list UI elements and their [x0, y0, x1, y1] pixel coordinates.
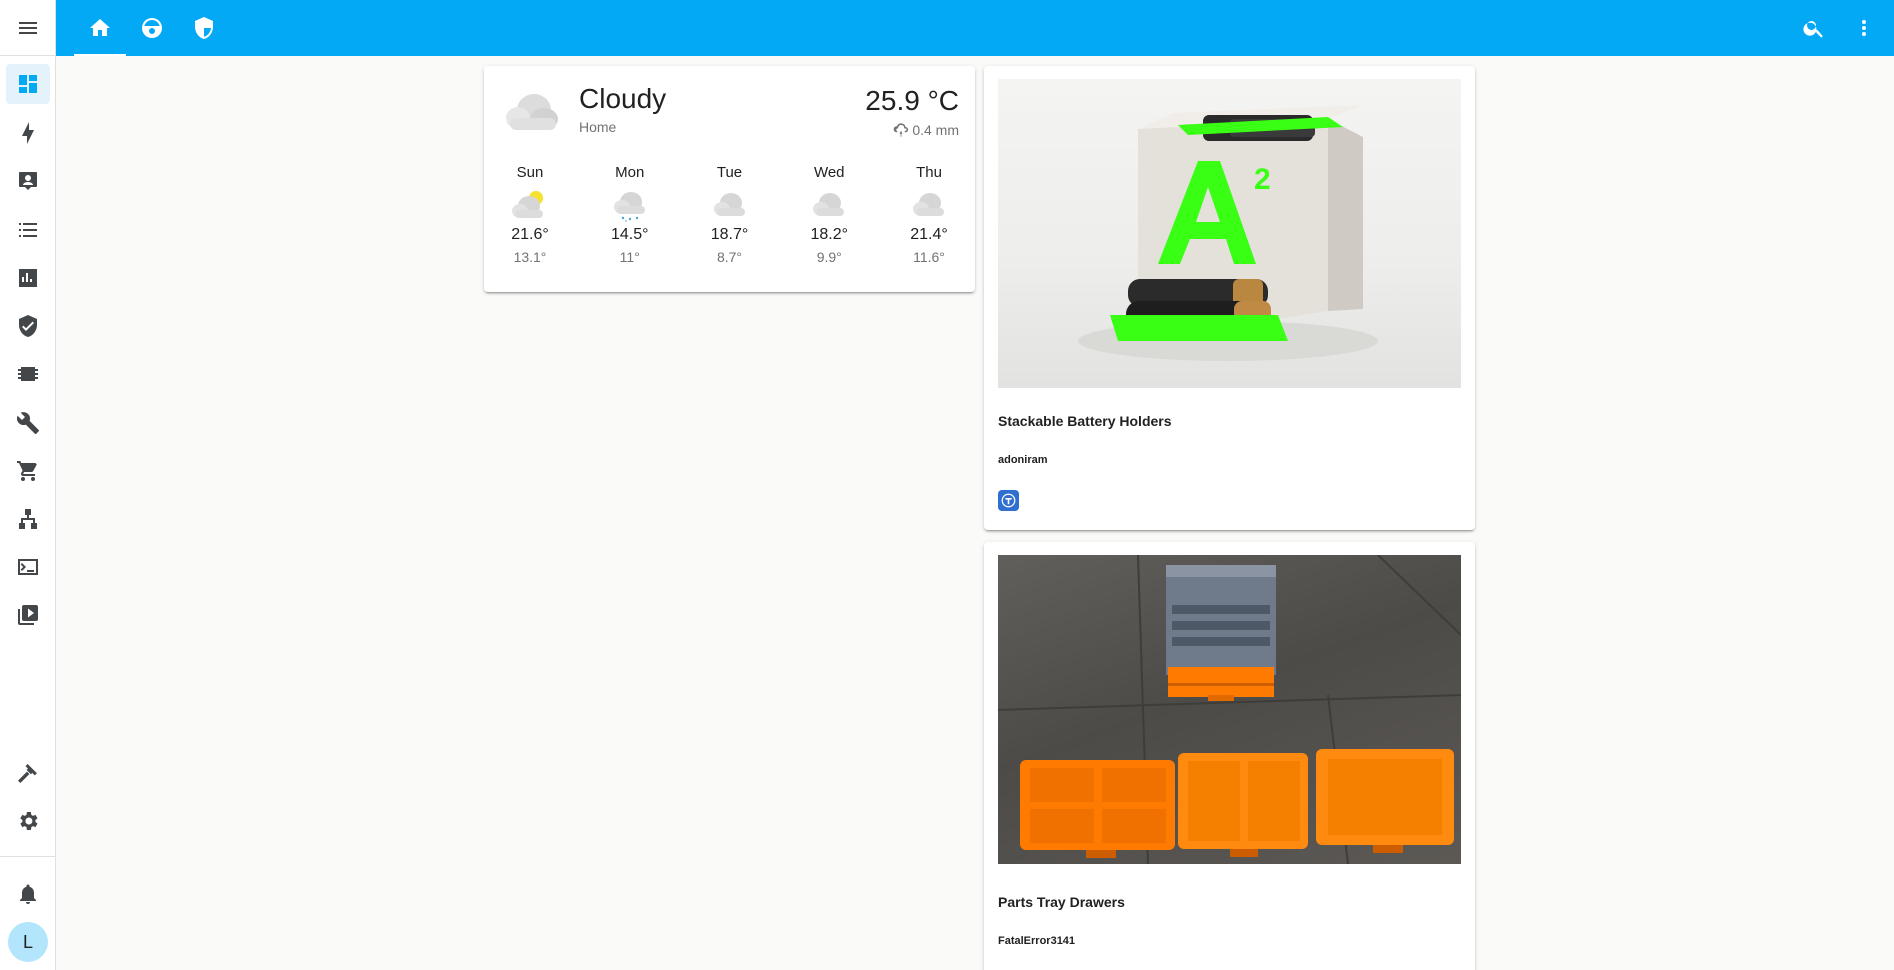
snowy-rainy-icon — [613, 192, 645, 222]
forecast-low: 11.6° — [913, 249, 945, 265]
sidebar-item-developer[interactable] — [6, 753, 50, 793]
tab-security-view[interactable] — [178, 0, 230, 56]
forecast-low: 9.9° — [816, 249, 842, 265]
project-image[interactable]: 2 — [998, 79, 1461, 388]
forecast-day: Sun 21.6° 13.1° — [500, 162, 560, 265]
forecast-high: 21.6° — [511, 226, 549, 243]
cloudy-icon — [913, 193, 944, 216]
sidebar-item-contacts[interactable] — [6, 161, 50, 201]
sidebar-item-notifications[interactable] — [6, 874, 50, 914]
user-initial: L — [22, 931, 33, 952]
cloud-rain-icon — [893, 123, 909, 137]
play-box-icon — [18, 605, 38, 625]
forecast-day: Mon 14.5° 11° — [600, 162, 660, 265]
forecast-row: Sun 21.6° 13.1° Mon 14.5° 11° Tue 18.7° … — [500, 162, 959, 265]
chart-bar-icon — [19, 269, 37, 287]
sidebar-item-tools[interactable] — [6, 403, 50, 443]
app-root: L Cloudy Home 25.9 °C 0.4 mm Sun 21.6° 1… — [0, 0, 1894, 970]
cloudy-icon — [713, 193, 745, 216]
forecast-low: 11° — [619, 249, 640, 265]
current-temperature: 25.9 °C — [865, 85, 959, 116]
search-button[interactable] — [1794, 8, 1834, 48]
home-icon — [90, 19, 110, 36]
chip-icon — [18, 367, 38, 381]
battery-holder-illustration: 2 — [1078, 105, 1378, 361]
bell-icon — [20, 884, 36, 904]
search-icon — [1803, 21, 1823, 38]
parts-tray-illustration — [998, 555, 1461, 864]
sidebar: L — [0, 0, 56, 970]
weather-card[interactable]: Cloudy Home 25.9 °C 0.4 mm Sun 21.6° 13.… — [484, 66, 975, 292]
cloudy-icon — [813, 193, 845, 216]
weather-location: Home — [579, 119, 617, 135]
thingiverse-icon — [1001, 493, 1016, 508]
sidebar-item-security[interactable] — [6, 306, 50, 346]
forecast-day-name: Wed — [813, 164, 845, 181]
forecast-day-name: Thu — [916, 164, 942, 181]
tab-home-view[interactable] — [74, 0, 126, 56]
forecast-high: 14.5° — [610, 226, 649, 243]
robot-vacuum-icon — [142, 18, 162, 38]
project-title[interactable]: Parts Tray Drawers — [998, 894, 1125, 910]
forecast-high: 18.7° — [710, 226, 749, 243]
sidebar-item-hardware[interactable] — [6, 354, 50, 394]
forecast-day: Tue 18.7° 8.7° — [700, 162, 760, 265]
sidebar-item-logbook[interactable] — [6, 210, 50, 250]
forecast-low: 8.7° — [716, 249, 743, 265]
menu-icon — [19, 21, 37, 34]
forecast-high: 18.2° — [810, 226, 849, 243]
forecast-day-name: Mon — [615, 164, 645, 181]
forecast-day-name: Tue — [716, 164, 743, 181]
forecast-day: Wed 18.2° 9.9° — [799, 162, 859, 265]
project-image[interactable] — [998, 555, 1461, 864]
sidebar-item-energy[interactable] — [6, 113, 50, 153]
project-card[interactable]: 2 Stackable Battery Holders adoniram — [984, 66, 1475, 530]
tab-vacuum-view[interactable] — [126, 0, 178, 56]
sidebar-divider — [0, 856, 56, 857]
terminal-icon — [18, 559, 38, 575]
cart-icon — [17, 461, 37, 481]
sidebar-item-history[interactable] — [6, 258, 50, 298]
wrench-icon — [16, 412, 39, 434]
menu-button[interactable] — [0, 0, 56, 56]
shield-half-icon — [195, 17, 213, 39]
project-author[interactable]: adoniram — [998, 454, 1048, 466]
header-toolbar — [56, 0, 1894, 56]
more-options-button[interactable] — [1844, 8, 1884, 48]
forecast-day-name: Sun — [516, 164, 544, 181]
hammer-icon — [18, 764, 37, 783]
project-title[interactable]: Stackable Battery Holders — [998, 413, 1172, 429]
weather-condition: Cloudy — [579, 83, 667, 114]
forecast-high: 21.4° — [910, 226, 948, 243]
partly-cloudy-icon — [512, 191, 543, 218]
sitemap-icon — [19, 509, 37, 529]
sidebar-item-terminal[interactable] — [6, 547, 50, 587]
account-box-icon — [19, 172, 37, 190]
project-card[interactable]: Parts Tray Drawers FatalError3141 — [984, 542, 1475, 970]
sidebar-item-shopping[interactable] — [6, 451, 50, 491]
gear-icon — [20, 812, 38, 830]
forecast-low: 13.1° — [513, 249, 547, 265]
thingiverse-badge[interactable] — [998, 490, 1019, 511]
sidebar-item-media[interactable] — [6, 595, 50, 635]
sidebar-item-overview[interactable] — [6, 64, 50, 104]
sidebar-item-network[interactable] — [6, 499, 50, 539]
lightning-icon — [22, 122, 34, 144]
forecast-day: Thu 21.4° 11.6° — [899, 162, 959, 265]
cloudy-icon — [506, 94, 558, 130]
precipitation-value: 0.4 mm — [912, 122, 959, 138]
sidebar-item-settings[interactable] — [6, 801, 50, 841]
project-author[interactable]: FatalError3141 — [998, 935, 1075, 947]
dashboard-icon — [19, 75, 37, 93]
dots-vertical-icon — [1862, 20, 1866, 36]
precipitation: 0.4 mm — [892, 121, 959, 139]
shield-check-icon — [19, 315, 37, 337]
svg-text:2: 2 — [1254, 163, 1271, 196]
user-avatar[interactable]: L — [8, 922, 48, 962]
list-icon — [19, 223, 37, 237]
